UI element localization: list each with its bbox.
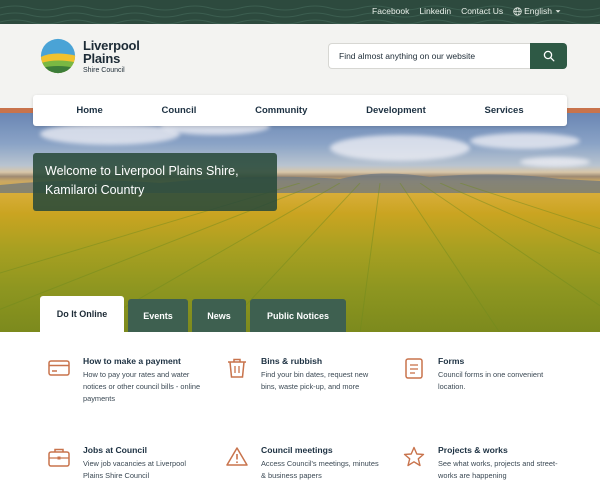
card-council-meetings[interactable]: Council meetings Access Council's meetin… xyxy=(225,445,381,480)
nav-community[interactable]: Community xyxy=(255,105,307,116)
logo-text-line3: Shire Council xyxy=(83,66,125,74)
card-make-payment[interactable]: How to make a payment How to pay your ra… xyxy=(47,356,203,405)
logo-emblem-icon xyxy=(40,38,76,74)
star-icon xyxy=(403,446,425,467)
tab-events[interactable]: Events xyxy=(128,299,188,332)
top-utility-bar: Facebook Linkedin Contact Us English xyxy=(0,0,600,24)
card-description: Find your bin dates, request new bins, w… xyxy=(261,370,369,391)
card-description: Council forms in one convenient location… xyxy=(438,370,544,391)
card-description: How to pay your rates and water notices … xyxy=(83,370,201,403)
form-icon xyxy=(405,358,423,379)
welcome-heading: Welcome to Liverpool Plains Shire, Kamil… xyxy=(33,153,277,211)
main-navigation: Home Council Community Development Servi… xyxy=(33,95,567,126)
card-title: Forms xyxy=(438,356,465,366)
warning-icon xyxy=(226,447,248,466)
card-description: Access Council's meetings, minutes & bus… xyxy=(261,459,379,480)
search-bar xyxy=(328,43,567,69)
council-logo[interactable]: Liverpool Plains Shire Council xyxy=(39,37,140,75)
nav-home[interactable]: Home xyxy=(76,105,102,116)
card-title: Projects & works xyxy=(438,445,508,455)
language-label: English xyxy=(524,6,552,16)
globe-icon xyxy=(513,6,522,16)
search-button[interactable] xyxy=(530,43,567,69)
facebook-link[interactable]: Facebook xyxy=(372,6,409,16)
card-jobs[interactable]: Jobs at Council View job vacancies at Li… xyxy=(47,445,203,480)
card-projects-works[interactable]: Projects & works See what works, project… xyxy=(402,445,558,480)
tab-news[interactable]: News xyxy=(192,299,246,332)
search-input[interactable] xyxy=(328,43,530,69)
bin-icon xyxy=(228,358,246,378)
content-tabs: Do It Online Events News Public Notices xyxy=(40,296,346,332)
logo-text-line1: Liverpool xyxy=(83,37,140,53)
card-description: See what works, projects and street-work… xyxy=(438,459,558,480)
chevron-down-icon xyxy=(555,10,561,13)
language-selector[interactable]: English xyxy=(513,6,562,16)
card-description: View job vacancies at Liverpool Plains S… xyxy=(83,459,186,480)
contact-us-link[interactable]: Contact Us xyxy=(461,6,503,16)
card-title: Jobs at Council xyxy=(83,445,147,455)
card-icon xyxy=(48,360,70,376)
card-title: Bins & rubbish xyxy=(261,356,323,366)
card-title: How to make a payment xyxy=(83,356,181,366)
nav-development[interactable]: Development xyxy=(366,105,426,116)
tab-public-notices[interactable]: Public Notices xyxy=(250,299,346,332)
linkedin-link[interactable]: Linkedin xyxy=(419,6,451,16)
search-icon xyxy=(543,50,554,62)
card-bins-rubbish[interactable]: Bins & rubbish Find your bin dates, requ… xyxy=(225,356,381,393)
card-title: Council meetings xyxy=(261,445,333,455)
do-it-online-panel: How to make a payment How to pay your ra… xyxy=(0,332,600,480)
briefcase-icon xyxy=(48,448,70,467)
nav-council[interactable]: Council xyxy=(162,105,197,116)
nav-services[interactable]: Services xyxy=(485,105,524,116)
card-forms[interactable]: Forms Council forms in one convenient lo… xyxy=(402,356,558,393)
tab-do-it-online[interactable]: Do It Online xyxy=(40,296,124,332)
logo-text-line2: Plains xyxy=(83,50,121,66)
